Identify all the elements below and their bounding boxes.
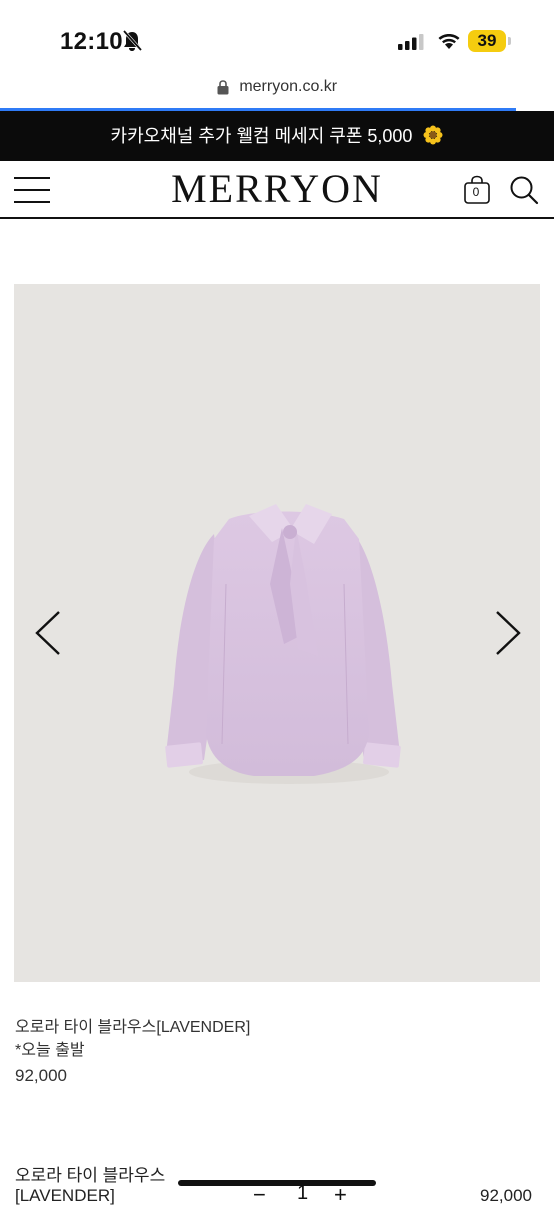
status-bar: 12:10 39	[0, 0, 554, 80]
signal-icon	[398, 34, 424, 50]
selected-option-name: 오로라 타이 블라우스[LAVENDER]	[15, 1166, 166, 1205]
prev-image-arrow-icon[interactable]	[34, 610, 62, 656]
search-icon[interactable]	[509, 175, 539, 205]
battery-indicator: 39	[468, 30, 506, 52]
shipping-note: *오늘 출발	[15, 1042, 85, 1059]
product-image[interactable]	[14, 284, 540, 982]
address-bar[interactable]: merryon.co.kr	[0, 78, 554, 108]
option-price: 92,000	[480, 1186, 532, 1205]
home-indicator[interactable]	[178, 1180, 376, 1186]
url-text: merryon.co.kr	[239, 78, 338, 95]
product-price: 92,000	[15, 1066, 67, 1085]
promo-text: 카카오채널 추가 웰컴 메세지 쿠폰 5,000	[110, 126, 413, 146]
bell-slash-icon	[122, 30, 142, 52]
status-time: 12:10	[60, 28, 123, 55]
battery-tip	[508, 37, 511, 45]
product-name: 오로라 타이 블라우스[LAVENDER]	[15, 1019, 251, 1036]
site-header: MERRYON 0	[0, 161, 554, 219]
wifi-icon	[438, 34, 460, 49]
cart-count: 0	[472, 185, 480, 199]
next-image-arrow-icon[interactable]	[494, 610, 522, 656]
flower-icon	[423, 125, 443, 145]
blouse-illustration	[165, 504, 401, 784]
promo-banner[interactable]: 카카오채널 추가 웰컴 메세지 쿠폰 5,000	[0, 111, 554, 161]
lock-icon	[217, 79, 229, 94]
